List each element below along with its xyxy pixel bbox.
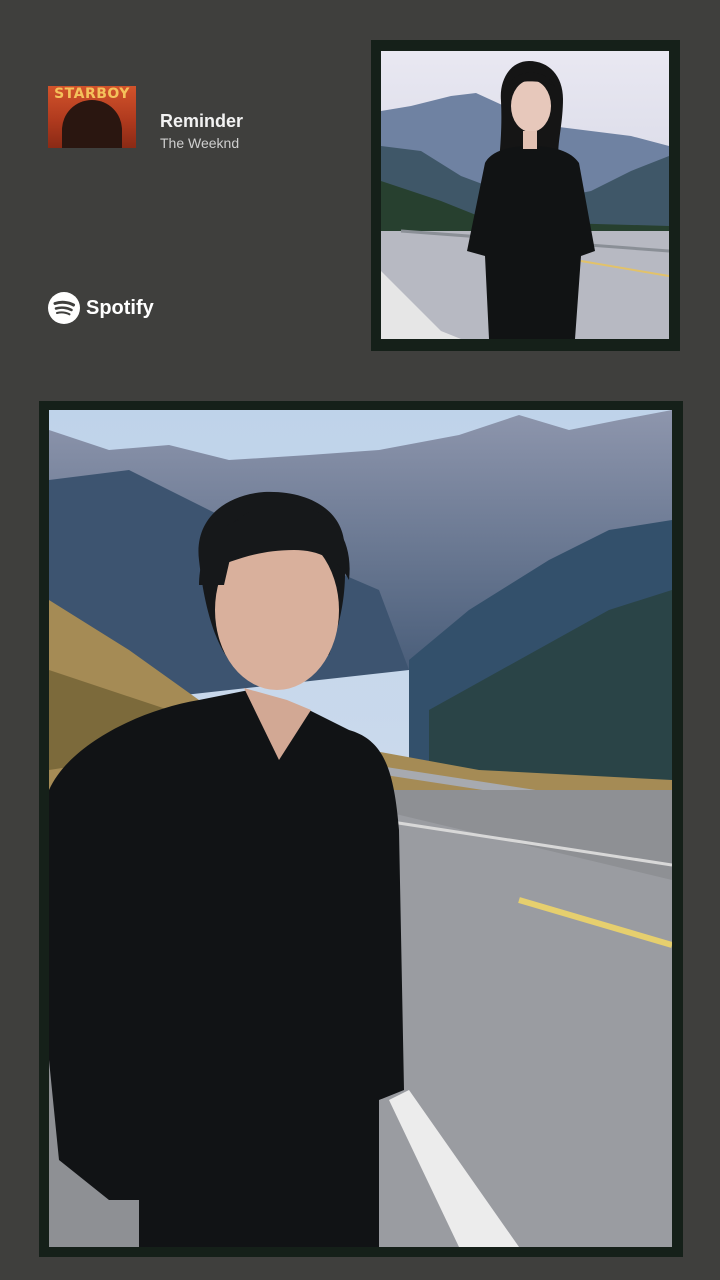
spotify-logo[interactable]: Spotify [48, 292, 154, 324]
spotify-wordmark: Spotify [86, 296, 154, 319]
photo-frame-large [39, 401, 683, 1257]
album-art[interactable]: STARBOY [48, 86, 136, 148]
spotify-icon [48, 292, 80, 324]
track-artist[interactable]: The Weeknd [160, 135, 239, 151]
photo-woman[interactable] [381, 51, 669, 339]
album-art-figure [62, 100, 122, 148]
track-title[interactable]: Reminder [160, 111, 243, 132]
photo-man[interactable] [49, 410, 672, 1247]
photo-frame-small [371, 40, 680, 351]
photo-woman-image [381, 51, 669, 339]
photo-man-image [49, 410, 672, 1247]
